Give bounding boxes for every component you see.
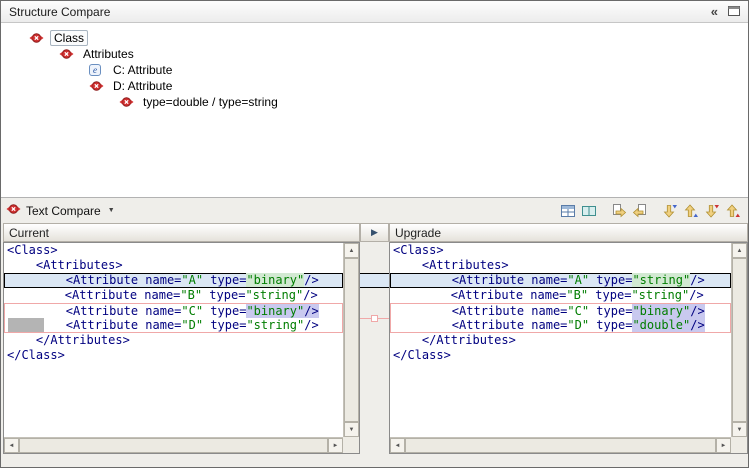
right-pane-header: Upgrade: [389, 223, 748, 242]
scroll-right-icon: ►: [333, 443, 339, 449]
next-change-icon: [704, 203, 720, 219]
code-line[interactable]: </Class>: [4, 348, 343, 363]
copy-right-to-left-icon: [632, 203, 648, 219]
tree-item-label: type=double / type=string: [140, 95, 281, 109]
attribute-icon: e: [89, 64, 106, 77]
right-code[interactable]: <Class> <Attributes> <Attribute name="A"…: [390, 243, 731, 437]
scroll-down-icon: ▼: [737, 427, 743, 433]
conflict-icon: [89, 80, 106, 93]
tree-item-label: C: Attribute: [110, 63, 175, 77]
conflict-icon: [29, 32, 46, 45]
conflict-diff-handle[interactable]: [371, 315, 378, 322]
tree-item-c-attribute[interactable]: e C: Attribute: [1, 62, 748, 78]
left-pane-header: Current: [3, 223, 360, 242]
code-line[interactable]: </Attributes>: [4, 333, 343, 348]
maximize-pane-icon[interactable]: [728, 5, 740, 19]
scroll-down-button[interactable]: ▼: [344, 422, 359, 437]
left-code[interactable]: <Class> <Attributes> <Attribute name="A"…: [4, 243, 343, 437]
swap-left-right-button[interactable]: [578, 201, 599, 221]
scroll-down-icon: ▼: [349, 427, 355, 433]
scroll-up-button[interactable]: ▲: [344, 243, 359, 258]
scroll-up-button[interactable]: ▲: [732, 243, 747, 258]
code-line[interactable]: </Class>: [390, 348, 731, 363]
previous-difference-button[interactable]: [680, 201, 701, 221]
selected-diff-connector[interactable]: [360, 273, 389, 288]
copy-left-to-right-icon: [611, 203, 627, 219]
ancestor-pane-icon: [560, 203, 576, 219]
scrollbar-thumb[interactable]: [19, 438, 328, 453]
scrollbar-thumb[interactable]: [732, 258, 747, 422]
tree-item-d-attribute[interactable]: D: Attribute: [1, 78, 748, 94]
compare-editor-window: Structure Compare « ClassAttributes e C: A…: [0, 0, 749, 468]
left-compare-pane: <Class> <Attributes> <Attribute name="A"…: [3, 242, 360, 454]
diff-connector-gap: [360, 242, 389, 454]
next-difference-button[interactable]: [659, 201, 680, 221]
right-horizontal-scrollbar[interactable]: ◄ ►: [390, 437, 731, 453]
scroll-left-icon: ◄: [9, 443, 15, 449]
tree-item-type-double-type-string[interactable]: type=double / type=string: [1, 94, 748, 110]
two-pane-icon: [581, 203, 597, 219]
code-line[interactable]: <Attribute name="A" type="string"/>: [390, 273, 731, 288]
tree-item-label: D: Attribute: [110, 79, 175, 93]
structure-compare-header: Structure Compare «: [1, 1, 748, 23]
scrollbar-corner: [731, 437, 747, 453]
copy-all-right-to-left-button[interactable]: [629, 201, 650, 221]
scroll-up-icon: ▲: [737, 248, 743, 254]
viewer-dropdown-icon[interactable]: ▼: [108, 207, 115, 214]
code-line[interactable]: <Class>: [4, 243, 343, 258]
conflict-icon: [59, 48, 76, 61]
next-change-button[interactable]: [701, 201, 722, 221]
code-line[interactable]: <Attribute name="D" type="double"/>: [390, 318, 731, 333]
scroll-right-button[interactable]: ►: [328, 438, 343, 453]
scroll-up-icon: ▲: [349, 248, 355, 254]
right-compare-pane: <Class> <Attributes> <Attribute name="A"…: [389, 242, 748, 454]
code-line[interactable]: <Attribute name="A" type="binary"/>: [4, 273, 343, 288]
previous-change-button[interactable]: [722, 201, 743, 221]
code-line[interactable]: <Attribute name="D" type="string"/>: [4, 318, 343, 333]
left-horizontal-scrollbar[interactable]: ◄ ►: [4, 437, 343, 453]
code-line[interactable]: <Attributes>: [4, 258, 343, 273]
right-vertical-scrollbar[interactable]: ▲ ▼: [731, 243, 747, 437]
scroll-down-button[interactable]: ▼: [732, 422, 747, 437]
collapse-pane-icon[interactable]: «: [711, 5, 718, 18]
code-line[interactable]: <Class>: [390, 243, 731, 258]
scroll-left-icon: ◄: [395, 443, 401, 449]
text-compare-toolbar: Text Compare ▼: [1, 197, 748, 223]
conflict-icon: [119, 96, 136, 109]
previous-change-icon: [725, 203, 741, 219]
scrollbar-thumb[interactable]: [344, 258, 359, 422]
code-line[interactable]: </Attributes>: [390, 333, 731, 348]
structure-compare-title: Structure Compare: [9, 5, 110, 19]
show-ancestor-pane-button[interactable]: [557, 201, 578, 221]
compare-toolbar: [557, 201, 743, 221]
code-line[interactable]: <Attributes>: [390, 258, 731, 273]
merge-direction-icon: ▶: [371, 227, 378, 238]
code-line[interactable]: <Attribute name="C" type="binary"/>: [390, 303, 731, 318]
scroll-left-button[interactable]: ◄: [4, 438, 19, 453]
tree-item-attributes[interactable]: Attributes: [1, 46, 748, 62]
code-line[interactable]: <Attribute name="B" type="string"/>: [4, 288, 343, 303]
text-compare-icon: [6, 202, 21, 220]
text-compare-title: Text Compare: [26, 204, 101, 218]
structure-tree: ClassAttributes e C: Attribute D: Attribute…: [1, 23, 748, 197]
tree-item-label: Attributes: [80, 47, 137, 61]
code-line[interactable]: <Attribute name="C" type="binary"/>: [4, 303, 343, 318]
scroll-left-button[interactable]: ◄: [390, 438, 405, 453]
svg-text:e: e: [93, 65, 97, 75]
previous-difference-icon: [683, 203, 699, 219]
center-header: ▶: [360, 223, 389, 242]
scrollbar-thumb[interactable]: [405, 438, 716, 453]
next-difference-icon: [662, 203, 678, 219]
code-line[interactable]: <Attribute name="B" type="string"/>: [390, 288, 731, 303]
tree-item-class[interactable]: Class: [1, 30, 748, 46]
left-vertical-scrollbar[interactable]: ▲ ▼: [343, 243, 359, 437]
copy-all-left-to-right-button[interactable]: [608, 201, 629, 221]
scroll-right-button[interactable]: ►: [716, 438, 731, 453]
tree-item-label: Class: [50, 30, 88, 46]
scrollbar-corner: [343, 437, 359, 453]
scroll-right-icon: ►: [721, 443, 727, 449]
